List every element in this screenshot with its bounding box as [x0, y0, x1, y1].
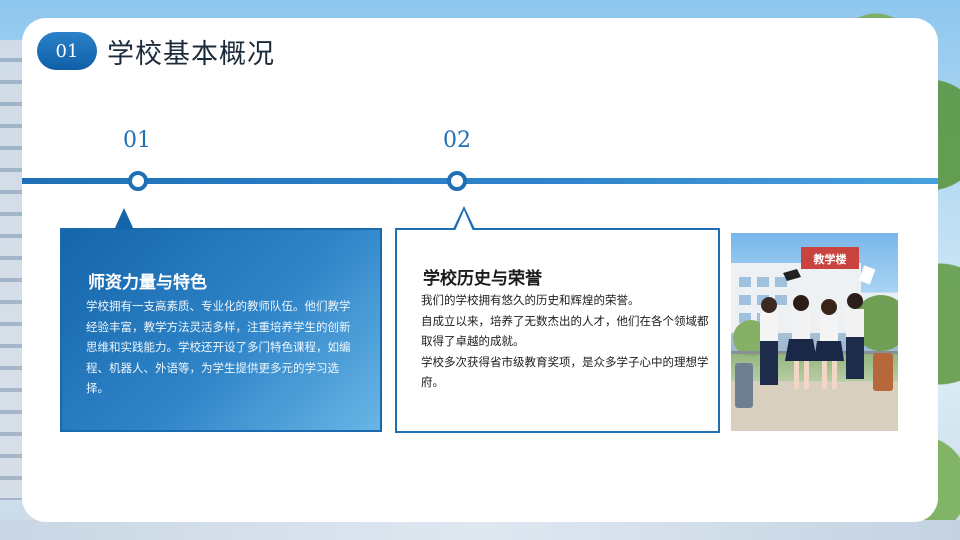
- history-card-text: 我们的学校拥有悠久的历史和辉煌的荣誉。 自成立以来，培养了无数杰出的人才，他们在…: [421, 290, 711, 393]
- timeline-dot-1: [128, 171, 148, 191]
- page-title: 学校基本概况: [107, 39, 275, 70]
- background-strip: [0, 520, 960, 540]
- history-paragraph-2: 自成立以来，培养了无数杰出的人才，他们在各个领域都取得了卓越的成就。: [421, 313, 709, 349]
- history-paragraph-3: 学校多次获得省市级教育奖项，是众多学子心中的理想学府。: [421, 354, 709, 390]
- history-paragraph-1: 我们的学校拥有悠久的历史和辉煌的荣誉。: [421, 293, 640, 307]
- timeline-step-1: 01: [123, 128, 151, 153]
- history-card-title: 学校历史与荣誉: [423, 269, 542, 289]
- timeline-step-2: 02: [443, 128, 471, 153]
- students-illustration: 教学楼: [731, 247, 898, 431]
- timeline-line: [22, 178, 938, 184]
- faculty-card: 师资力量与特色 学校拥有一支高素质、专业化的教师队伍。他们教学经验丰富，教学方法…: [60, 208, 382, 432]
- students-photo: 教学楼: [731, 233, 898, 431]
- history-card: 学校历史与荣誉 我们的学校拥有悠久的历史和辉煌的荣誉。 自成立以来，培养了无数杰…: [395, 206, 720, 433]
- slide-card: 01 学校基本概况 01 02 师资力量与特色 学校拥有一支高素质、专业化的教师…: [22, 18, 938, 522]
- section-badge: 01: [37, 32, 97, 70]
- faculty-card-title: 师资力量与特色: [88, 273, 207, 293]
- building-sign: 教学楼: [813, 252, 847, 266]
- faculty-card-text: 学校拥有一支高素质、专业化的教师队伍。他们教学经验丰富，教学方法灵活多样，注重培…: [86, 299, 351, 395]
- faculty-card-pointer: [114, 208, 134, 230]
- timeline-dot-2: [447, 171, 467, 191]
